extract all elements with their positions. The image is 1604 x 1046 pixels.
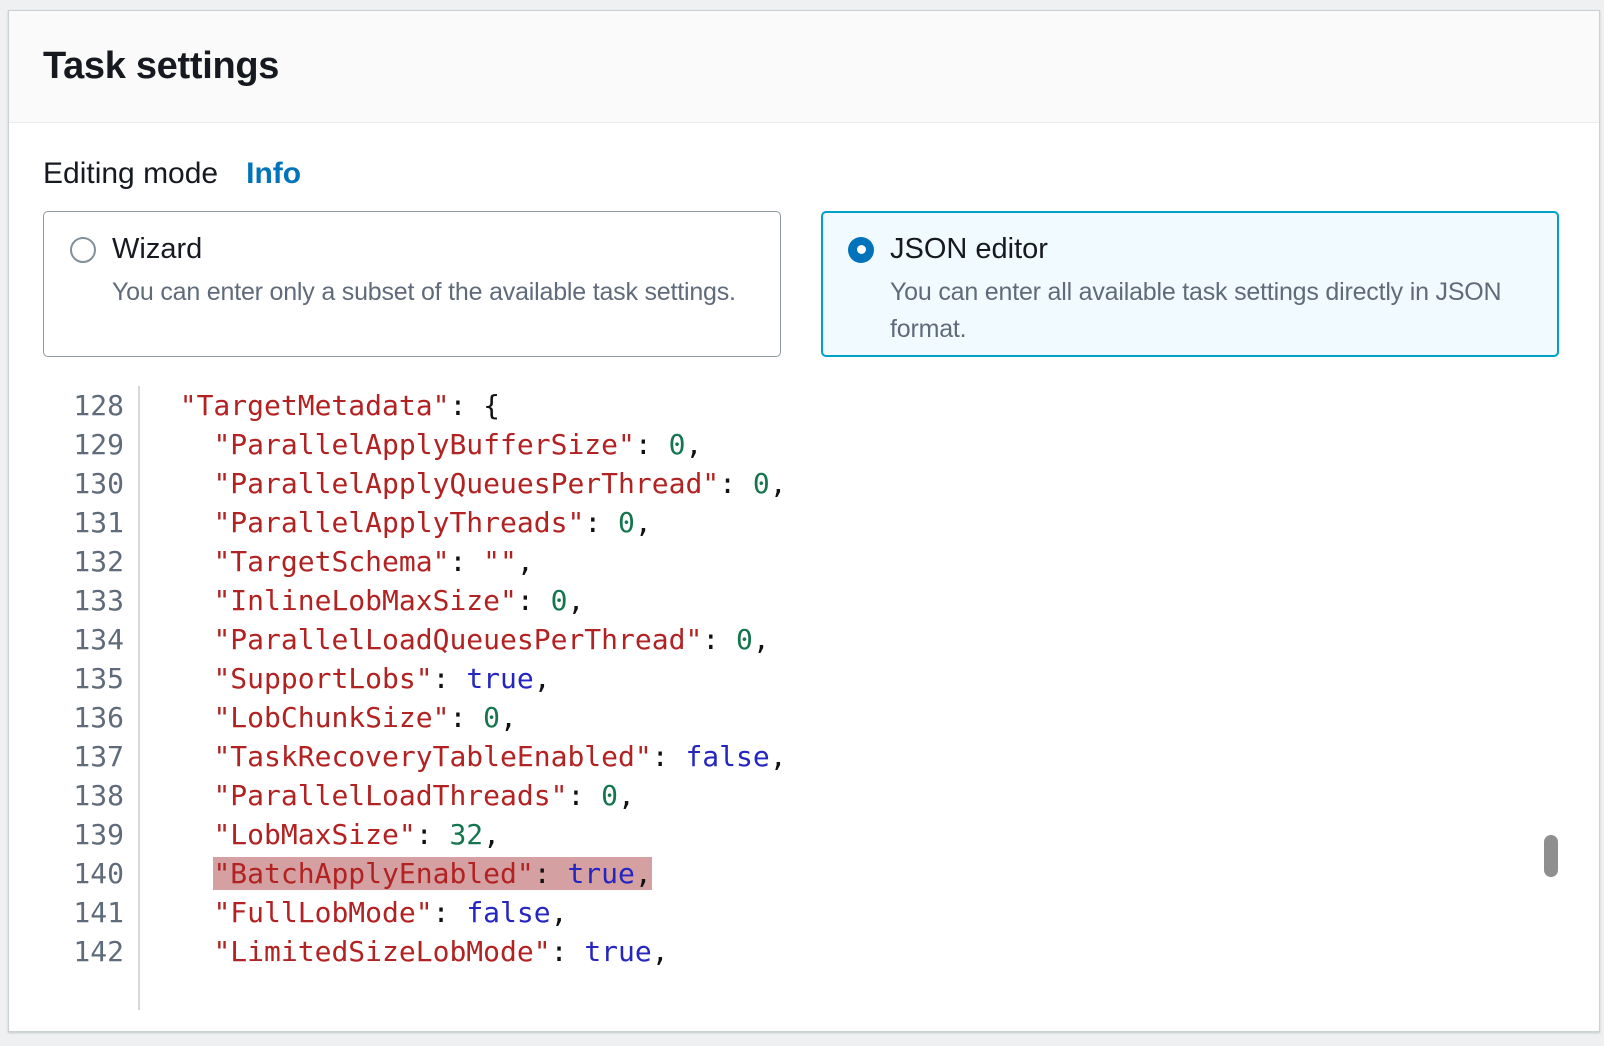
code-text: "SupportLobs": true, [140, 659, 551, 698]
code-line: 142 "LimitedSizeLobMode": true, [43, 932, 1565, 971]
code-line: 133 "InlineLobMaxSize": 0, [43, 581, 1565, 620]
info-link[interactable]: Info [246, 157, 301, 191]
line-number: 132 [43, 542, 140, 581]
scrollbar-thumb[interactable] [1544, 835, 1558, 877]
line-number: 141 [43, 893, 140, 932]
option-description-json-editor: You can enter all available task setting… [890, 274, 1532, 348]
code-line: 128 "TargetMetadata": { [43, 386, 1565, 425]
line-number: 136 [43, 698, 140, 737]
code-line: 135 "SupportLobs": true, [43, 659, 1565, 698]
code-text: "BatchApplyEnabled": true, [140, 854, 652, 893]
page-title: Task settings [43, 45, 279, 88]
code-text: "ParallelLoadQueuesPerThread": 0, [140, 620, 770, 659]
code-text: "LobChunkSize": 0, [140, 698, 517, 737]
option-label-wizard: Wizard [112, 233, 202, 266]
code-text: "TargetMetadata": { [140, 386, 500, 425]
editing-mode-row: Editing mode Info [43, 157, 1565, 191]
code-line: 134 "ParallelLoadQueuesPerThread": 0, [43, 620, 1565, 659]
code-text: "ParallelLoadThreads": 0, [140, 776, 635, 815]
line-number: 129 [43, 425, 140, 464]
radio-json-editor[interactable] [848, 237, 874, 263]
option-head: JSON editor [848, 233, 1532, 266]
panel-body: Editing mode Info Wizard You can enter o… [9, 123, 1599, 1010]
code-text: "LobMaxSize": 32, [140, 815, 500, 854]
code-text [140, 971, 146, 1010]
line-number: 138 [43, 776, 140, 815]
option-description-wizard: You can enter only a subset of the avail… [112, 274, 754, 311]
code-editor[interactable]: 128 "TargetMetadata": {129 "ParallelAppl… [43, 386, 1565, 1010]
radio-wizard[interactable] [70, 237, 96, 263]
code-line: 140 "BatchApplyEnabled": true, [43, 854, 1565, 893]
line-number: 130 [43, 464, 140, 503]
code-line: 138 "ParallelLoadThreads": 0, [43, 776, 1565, 815]
code-text: "InlineLobMaxSize": 0, [140, 581, 584, 620]
code-text: "ParallelApplyQueuesPerThread": 0, [140, 464, 787, 503]
code-text: "ParallelApplyBufferSize": 0, [140, 425, 702, 464]
option-head: Wizard [70, 233, 754, 266]
code-text: "TargetSchema": "", [140, 542, 534, 581]
line-number: 128 [43, 386, 140, 425]
editing-mode-label: Editing mode [43, 157, 218, 191]
code-line: 136 "LobChunkSize": 0, [43, 698, 1565, 737]
code-text: "LimitedSizeLobMode": true, [140, 932, 669, 971]
line-number: 135 [43, 659, 140, 698]
line-number: 137 [43, 737, 140, 776]
code-text: "FullLobMode": false, [140, 893, 567, 932]
option-card-json-editor[interactable]: JSON editor You can enter all available … [821, 211, 1559, 357]
line-number [43, 971, 140, 1010]
task-settings-panel: Task settings Editing mode Info Wizard Y… [8, 10, 1600, 1032]
code-line: 139 "LobMaxSize": 32, [43, 815, 1565, 854]
line-number: 133 [43, 581, 140, 620]
line-number: 131 [43, 503, 140, 542]
line-number: 142 [43, 932, 140, 971]
code-line: 141 "FullLobMode": false, [43, 893, 1565, 932]
line-number: 140 [43, 854, 140, 893]
highlighted-code: "BatchApplyEnabled": true, [213, 857, 651, 890]
line-number: 139 [43, 815, 140, 854]
code-line: 129 "ParallelApplyBufferSize": 0, [43, 425, 1565, 464]
editing-mode-options: Wizard You can enter only a subset of th… [43, 211, 1565, 357]
code-line: 137 "TaskRecoveryTableEnabled": false, [43, 737, 1565, 776]
line-number: 134 [43, 620, 140, 659]
code-text: "TaskRecoveryTableEnabled": false, [140, 737, 787, 776]
code-line: 131 "ParallelApplyThreads": 0, [43, 503, 1565, 542]
code-text: "ParallelApplyThreads": 0, [140, 503, 652, 542]
code-line [43, 971, 1565, 1010]
code-line: 132 "TargetSchema": "", [43, 542, 1565, 581]
option-label-json-editor: JSON editor [890, 233, 1048, 266]
option-card-wizard[interactable]: Wizard You can enter only a subset of th… [43, 211, 781, 357]
code-line: 130 "ParallelApplyQueuesPerThread": 0, [43, 464, 1565, 503]
panel-header: Task settings [9, 11, 1599, 123]
